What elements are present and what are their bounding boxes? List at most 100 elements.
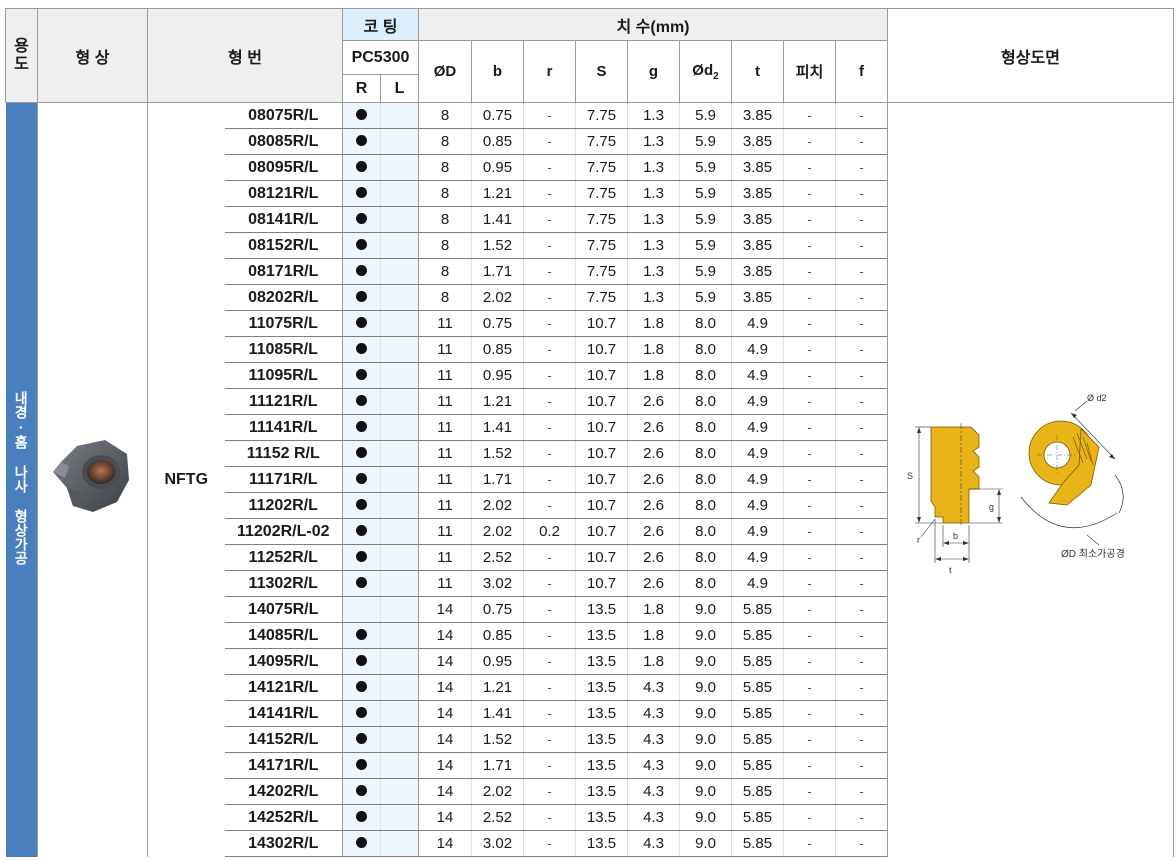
col-r: r (523, 40, 576, 103)
dim-t: 5.85 (731, 804, 784, 831)
dim-d2: 5.9 (679, 180, 732, 207)
coating-l (380, 830, 419, 857)
coat-r-header: R (342, 74, 381, 103)
availability-dot (356, 135, 367, 146)
dim-pitch: - (783, 154, 836, 181)
availability-dot (356, 655, 367, 666)
dim-f: - (835, 388, 888, 415)
dim-d2: 5.9 (679, 284, 732, 311)
availability-dot (356, 551, 367, 562)
dim-d: 11 (418, 492, 472, 519)
dim-g: 1.8 (627, 310, 680, 337)
coating-r (342, 258, 381, 285)
dim-s: 7.75 (575, 258, 628, 285)
dim-b: 2.52 (471, 544, 524, 571)
dim-b: 0.75 (471, 596, 524, 623)
coating-r (342, 674, 381, 701)
dim-s: 13.5 (575, 622, 628, 649)
dim-r: - (523, 284, 576, 311)
dim-t: 4.9 (731, 414, 784, 441)
coating-l (380, 700, 419, 727)
catalog-page: 용도 형 상 형 번 코 팅 치 수(mm) 형상도면 PC5300 ØD b … (0, 0, 1176, 860)
header-model: 형 번 (147, 8, 343, 103)
dim-s: 10.7 (575, 466, 628, 493)
dim-g: 1.8 (627, 622, 680, 649)
dim-pitch: - (783, 336, 836, 363)
dim-f: - (835, 726, 888, 753)
dim-d2: 5.9 (679, 206, 732, 233)
dim-s: 7.75 (575, 102, 628, 129)
shape-drawing-cell: S g b t r Ø d2 ØD 최소가공경 (887, 102, 1174, 857)
dim-b: 1.41 (471, 414, 524, 441)
dim-pitch: - (783, 180, 836, 207)
dim-s: 10.7 (575, 310, 628, 337)
dim-r: - (523, 622, 576, 649)
dim-r: - (523, 492, 576, 519)
drawing-label-b: b (953, 531, 958, 541)
availability-dot (356, 733, 367, 744)
dim-t: 5.85 (731, 648, 784, 675)
col-f: f (835, 40, 888, 103)
dim-t: 4.9 (731, 440, 784, 467)
model-number: 08121R/L (224, 180, 343, 207)
header-usage: 용도 (5, 8, 38, 103)
col-d2-sub: 2 (713, 70, 719, 82)
dim-b: 1.21 (471, 674, 524, 701)
coating-l (380, 518, 419, 545)
dim-f: - (835, 310, 888, 337)
dim-r: - (523, 336, 576, 363)
dim-f: - (835, 778, 888, 805)
dim-d2: 8.0 (679, 362, 732, 389)
dim-d: 11 (418, 388, 472, 415)
dim-f: - (835, 804, 888, 831)
model-number: 14075R/L (224, 596, 343, 623)
model-number: 11202R/L (224, 492, 343, 519)
model-number: 11141R/L (224, 414, 343, 441)
dim-r: - (523, 570, 576, 597)
availability-dot (356, 499, 367, 510)
coating-r (342, 518, 381, 545)
drawing-label-d2: Ø d2 (1087, 393, 1107, 403)
dim-r: - (523, 310, 576, 337)
dim-d: 8 (418, 258, 472, 285)
dim-r: - (523, 180, 576, 207)
coating-l (380, 570, 419, 597)
dim-t: 4.9 (731, 310, 784, 337)
drawing-label-r: r (917, 535, 920, 545)
dim-pitch: - (783, 570, 836, 597)
coating-r (342, 804, 381, 831)
dim-f: - (835, 544, 888, 571)
dim-t: 3.85 (731, 232, 784, 259)
dim-f: - (835, 830, 888, 857)
coating-l (380, 102, 419, 129)
dim-r: - (523, 726, 576, 753)
dim-r: - (523, 466, 576, 493)
dim-r: - (523, 804, 576, 831)
header-coating: 코 팅 (342, 8, 419, 41)
dim-s: 7.75 (575, 128, 628, 155)
dim-d2: 8.0 (679, 466, 732, 493)
dim-d: 8 (418, 232, 472, 259)
dim-r: 0.2 (523, 518, 576, 545)
dim-r: - (523, 700, 576, 727)
dim-r: - (523, 154, 576, 181)
dim-d2: 8.0 (679, 310, 732, 337)
dim-s: 13.5 (575, 778, 628, 805)
dim-pitch: - (783, 102, 836, 129)
dim-d: 8 (418, 180, 472, 207)
dim-t: 5.85 (731, 622, 784, 649)
dim-t: 4.9 (731, 362, 784, 389)
dim-t: 3.85 (731, 206, 784, 233)
dim-s: 10.7 (575, 544, 628, 571)
availability-dot (356, 447, 367, 458)
dim-pitch: - (783, 648, 836, 675)
dim-pitch: - (783, 596, 836, 623)
availability-dot (356, 629, 367, 640)
dim-s: 7.75 (575, 206, 628, 233)
dim-d: 11 (418, 440, 472, 467)
dim-d2: 8.0 (679, 518, 732, 545)
availability-dot (356, 187, 367, 198)
dim-d: 14 (418, 622, 472, 649)
dim-f: - (835, 284, 888, 311)
coating-r (342, 310, 381, 337)
